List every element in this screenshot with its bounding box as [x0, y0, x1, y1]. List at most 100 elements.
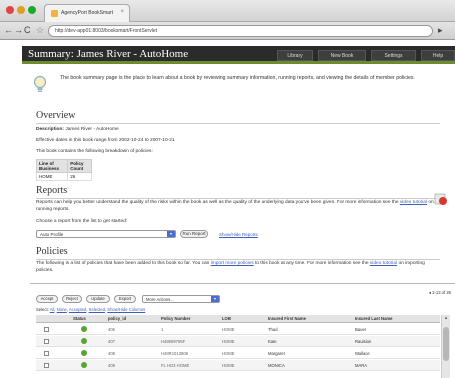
lob-table-header: Line of Business Policy Count: [35, 159, 92, 173]
col-policy-id[interactable]: policy_id: [108, 316, 126, 321]
divider: [36, 198, 440, 199]
reject-button[interactable]: Reject: [62, 295, 82, 303]
table-row[interactable]: 406 1 HOME Thad Bauer: [36, 324, 440, 335]
select-links: Select: All, None, Accepted, Selected, S…: [36, 307, 146, 312]
chevron-down-icon: ▾: [167, 231, 175, 237]
reports-heading: Reports: [36, 185, 68, 196]
run-report-button[interactable]: Run Report: [180, 230, 208, 238]
forward-arrow-icon[interactable]: →: [14, 25, 23, 36]
report-select-value: Auto Profile: [40, 232, 64, 237]
scroll-up-icon[interactable]: ▴: [442, 315, 450, 322]
first-name-cell: Kate: [268, 339, 277, 344]
zoom-window-button[interactable]: [28, 6, 36, 14]
policies-text-part: to this book at any time. For more infor…: [254, 261, 369, 266]
last-name-cell: Rauision: [355, 339, 372, 344]
table-row[interactable]: 407 H48599795F HOME Kate Rauision: [36, 336, 440, 347]
address-bar[interactable]: http://dev-app01:8003/booksmart/FrontSer…: [48, 25, 433, 37]
more-actions-select[interactable]: More Actions... ▾: [142, 295, 220, 303]
lob-cell: HOME: [222, 327, 235, 332]
select-all-link[interactable]: All: [50, 307, 55, 312]
select-selected-link[interactable]: Selected: [89, 307, 105, 312]
browser-tab[interactable]: AgencyPort BookSmart ×: [44, 4, 130, 22]
policy-number-cell: FL HO3 HOME: [161, 363, 190, 368]
divider: [36, 259, 440, 260]
browser-titlebar: AgencyPort BookSmart ×: [0, 0, 455, 22]
tab-title: AgencyPort BookSmart: [61, 10, 113, 16]
effective-dates: Effective dates in this book range from …: [36, 138, 175, 143]
pager[interactable]: ◂ 1-13 of 26: [429, 290, 451, 295]
description-line: Description: James River - AutoHome: [36, 127, 119, 132]
scrollbar-thumb[interactable]: [443, 327, 449, 361]
first-name-cell: Margaret: [268, 351, 285, 356]
col-status[interactable]: Status: [73, 316, 86, 321]
reports-description: Reports can help you better understand t…: [36, 200, 436, 213]
last-name-cell: MARA: [355, 363, 368, 368]
update-button[interactable]: Update: [86, 295, 110, 303]
browser-toolbar: ← → C ☆ http://dev-app01:8003/booksmart/…: [0, 22, 455, 40]
page-menu-icon[interactable]: ▸: [438, 25, 443, 36]
nav-tab-new-book[interactable]: New Book: [318, 50, 366, 61]
nav-tab-library[interactable]: Library: [277, 50, 313, 61]
table-row[interactable]: 409 FL HO3 HOME HOME MONICA MARA: [36, 360, 440, 371]
intro-callout: The book summary page is the place to le…: [30, 72, 440, 102]
policies-video-tutorial-link[interactable]: video tutorial: [370, 261, 397, 266]
lob-cell: HOME: [222, 339, 235, 344]
policies-grid-panel: ◂ 1-13 of 26 Accept Reject Update Export…: [30, 283, 455, 378]
policy-id-cell: 407: [108, 339, 115, 344]
last-name-cell: Bauer: [355, 327, 367, 332]
policy-id-cell: 408: [108, 351, 115, 356]
first-name-cell: MONICA: [268, 363, 285, 368]
show-hide-reports-link[interactable]: Show/Hide Reports: [219, 232, 258, 237]
select-none-link[interactable]: None: [57, 307, 67, 312]
minimize-window-button[interactable]: [17, 6, 25, 14]
row-checkbox[interactable]: [44, 351, 49, 356]
nav-tab-help[interactable]: Help: [421, 50, 455, 61]
count-cell: 26: [67, 172, 92, 181]
col-last-name[interactable]: Insured Last Name: [355, 316, 392, 321]
policy-id-cell: 406: [108, 327, 115, 332]
nav-tab-settings[interactable]: Settings: [371, 50, 416, 61]
row-checkbox[interactable]: [44, 327, 49, 332]
intro-text: The book summary page is the place to le…: [60, 75, 415, 81]
grid-scrollbar[interactable]: ▴: [441, 315, 450, 378]
app-header: Summary: James River - AutoHome Library …: [22, 46, 455, 64]
row-checkbox[interactable]: [44, 363, 49, 368]
select-accepted-link[interactable]: Accepted: [69, 307, 86, 312]
lob-cell: HOME: [35, 172, 69, 181]
lightbulb-icon: [33, 75, 47, 92]
last-name-cell: Wallace: [355, 351, 370, 356]
lob-column-header: Line of Business: [35, 159, 69, 173]
lob-cell: HOME: [222, 351, 235, 356]
col-policy-number[interactable]: Policy Number: [161, 316, 190, 321]
report-select[interactable]: Auto Profile ▾: [36, 230, 176, 238]
col-first-name[interactable]: Insured First Name: [268, 316, 306, 321]
accept-button[interactable]: Accept: [36, 295, 58, 303]
row-checkbox[interactable]: [44, 339, 49, 344]
count-column-header: Policy Count: [67, 159, 92, 173]
policy-id-cell: 409: [108, 363, 115, 368]
lob-table-row: HOME 26: [35, 172, 92, 181]
table-row[interactable]: 408 H48R1012808 HOME Margaret Wallace: [36, 348, 440, 359]
show-hide-columns-link[interactable]: Show/Hide Columns: [107, 307, 145, 312]
reports-video-tutorial-link[interactable]: video tutorial: [400, 200, 427, 205]
policies-heading: Policies: [36, 246, 68, 257]
policies-description: The following is a list of policies that…: [36, 261, 440, 274]
status-ok-icon: [81, 362, 87, 368]
lob-table: Line of Business Policy Count HOME 26: [35, 159, 92, 181]
policy-number-cell: 1: [161, 327, 164, 332]
choose-report-label: Choose a report from the list to get sta…: [36, 219, 128, 224]
close-window-button[interactable]: [6, 6, 14, 14]
col-lob[interactable]: LOB: [222, 316, 231, 321]
policies-text-part: The following is a list of policies that…: [36, 261, 210, 266]
bookmark-star-icon[interactable]: ☆: [36, 25, 44, 36]
select-label: Select:: [36, 307, 49, 312]
breakdown-text: This book contains the following breakdo…: [36, 149, 153, 154]
export-button[interactable]: Export: [114, 295, 136, 303]
tab-close-icon[interactable]: ×: [120, 9, 124, 15]
back-arrow-icon[interactable]: ←: [4, 25, 13, 36]
import-policies-link[interactable]: import more policies: [211, 261, 254, 266]
status-ok-icon: [81, 338, 87, 344]
reload-icon[interactable]: C: [24, 25, 31, 36]
favicon-icon: [51, 10, 58, 17]
more-actions-value: More Actions...: [146, 297, 174, 302]
